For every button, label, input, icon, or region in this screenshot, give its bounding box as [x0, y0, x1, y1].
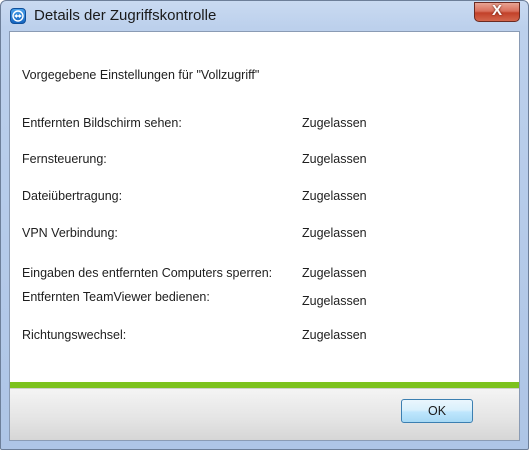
row-label-remote-screen: Entfernten Bildschirm sehen:: [22, 116, 182, 130]
row-label-file-transfer: Dateiübertragung:: [22, 189, 123, 203]
dialog-content: Vorgegebene Einstellungen für "Vollzugri…: [9, 31, 520, 441]
dialog-window: Details der Zugriffskontrolle X Vorgegeb…: [0, 0, 529, 450]
row-value-control-teamviewer: Zugelassen: [302, 294, 367, 308]
close-icon: X: [491, 2, 502, 19]
row-label-control-teamviewer: Entfernten TeamViewer bedienen:: [22, 290, 292, 305]
teamviewer-icon: [10, 8, 26, 24]
window-title: Details der Zugriffskontrolle: [34, 7, 217, 24]
row-label-lock-input: Eingaben des entfernten Computers sperre…: [22, 266, 273, 280]
row-label-remote-control: Fernsteuerung:: [22, 152, 107, 166]
dialog-footer: OK: [10, 388, 519, 440]
ok-button[interactable]: OK: [401, 399, 473, 423]
row-value-file-transfer: Zugelassen: [302, 189, 367, 203]
close-button[interactable]: X: [474, 2, 520, 22]
row-value-lock-input: Zugelassen: [302, 266, 367, 280]
row-label-vpn: VPN Verbindung:: [22, 226, 118, 240]
row-value-direction-switch: Zugelassen: [302, 328, 367, 342]
row-value-remote-control: Zugelassen: [302, 152, 367, 166]
row-value-remote-screen: Zugelassen: [302, 116, 367, 130]
title-bar[interactable]: Details der Zugriffskontrolle X: [1, 1, 528, 31]
row-value-vpn: Zugelassen: [302, 226, 367, 240]
row-label-direction-switch: Richtungswechsel:: [22, 328, 127, 342]
settings-heading: Vorgegebene Einstellungen für "Vollzugri…: [22, 68, 260, 82]
